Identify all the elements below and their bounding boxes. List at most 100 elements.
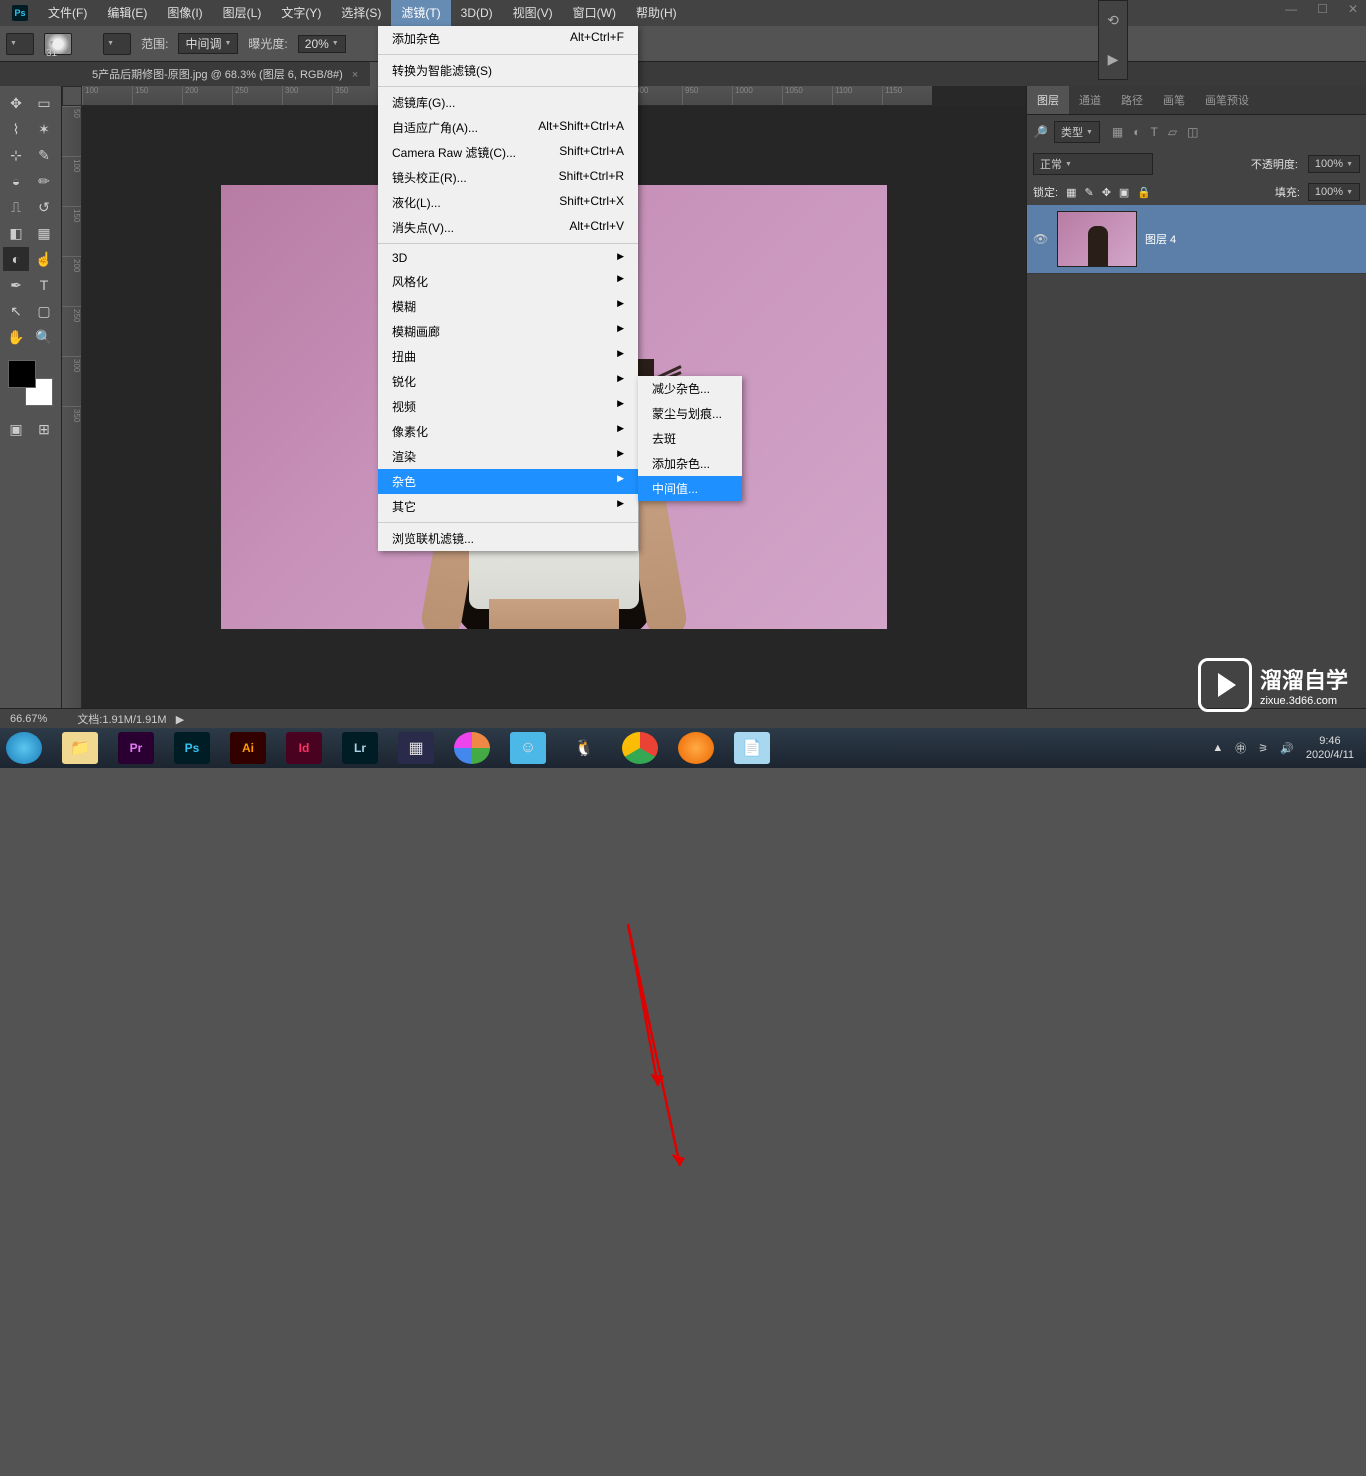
task-app1-icon[interactable]: ▦ [398, 732, 434, 764]
noise-menu-item[interactable]: 蒙尘与划痕... [638, 401, 742, 426]
filter-menu-item[interactable]: 像素化▶ [378, 419, 638, 444]
close-icon[interactable]: ✕ [1348, 2, 1358, 16]
filter-adjust-icon[interactable]: ◐ [1133, 125, 1140, 139]
path-tool-icon[interactable]: ↖ [3, 299, 29, 323]
fill-input[interactable]: 100% [1308, 183, 1360, 201]
menu-编辑[interactable]: 编辑(E) [97, 0, 157, 26]
doc-info[interactable]: 文档:1.91M/1.91M ▶ [77, 711, 184, 727]
filter-menu-item[interactable]: 添加杂色Alt+Ctrl+F [378, 26, 638, 51]
marquee-tool-icon[interactable]: ▭ [31, 91, 57, 115]
task-lightroom-icon[interactable]: Lr [342, 732, 378, 764]
screenmode-icon[interactable]: ⊞ [31, 417, 57, 441]
history-panel-icon[interactable]: ⟲ [1107, 12, 1119, 29]
menu-帮助[interactable]: 帮助(H) [626, 0, 687, 26]
layer-name-label[interactable]: 图层 4 [1145, 231, 1176, 247]
filter-menu-item[interactable]: 锐化▶ [378, 369, 638, 394]
panel-tab-图层[interactable]: 图层 [1027, 86, 1069, 114]
noise-menu-item[interactable]: 减少杂色... [638, 376, 742, 401]
filter-type-icon[interactable]: T [1150, 125, 1157, 139]
filter-menu-item[interactable]: 自适应广角(A)...Alt+Shift+Ctrl+A [378, 115, 638, 140]
filter-menu-item[interactable]: 转换为智能滤镜(S) [378, 58, 638, 83]
filter-menu-item[interactable]: 消失点(V)...Alt+Ctrl+V [378, 215, 638, 240]
quickmask-icon[interactable]: ▣ [3, 417, 29, 441]
exposure-input[interactable]: 20% [298, 35, 346, 53]
tray-ime-icon[interactable]: ㊥ [1235, 740, 1246, 756]
eraser-tool-icon[interactable]: ◧ [3, 221, 29, 245]
menu-文字[interactable]: 文字(Y) [271, 0, 331, 26]
pen-tool-icon[interactable]: ✒ [3, 273, 29, 297]
lock-all-icon[interactable]: 🔒 [1137, 186, 1151, 199]
filter-smart-icon[interactable]: ◫ [1187, 125, 1198, 139]
range-select[interactable]: 中间调 [178, 33, 238, 54]
panel-tab-通道[interactable]: 通道 [1069, 86, 1111, 114]
filter-menu-item[interactable]: 镜头校正(R)...Shift+Ctrl+R [378, 165, 638, 190]
menu-图像[interactable]: 图像(I) [157, 0, 212, 26]
tray-volume-icon[interactable]: 🔊 [1280, 742, 1294, 755]
properties-panel-icon[interactable]: ▶ [1108, 51, 1119, 68]
dodge-tool-icon[interactable]: ◐ [3, 247, 29, 271]
type-tool-icon[interactable]: T [31, 273, 57, 297]
foreground-color-icon[interactable] [8, 360, 36, 388]
filter-shape-icon[interactable]: ▱ [1168, 125, 1177, 139]
filter-menu-item[interactable]: 其它▶ [378, 494, 638, 519]
filter-menu-item[interactable]: 滤镜库(G)... [378, 90, 638, 115]
filter-menu-item[interactable]: 液化(L)...Shift+Ctrl+X [378, 190, 638, 215]
filter-menu-item[interactable]: 模糊画廊▶ [378, 319, 638, 344]
brush-tool-icon[interactable]: ✏ [31, 169, 57, 193]
layer-visibility-icon[interactable]: 👁 [1033, 232, 1049, 246]
tray-arrow-icon[interactable]: ▲ [1212, 742, 1223, 754]
filter-menu-item[interactable]: Camera Raw 滤镜(C)...Shift+Ctrl+A [378, 140, 638, 165]
zoom-tool-icon[interactable]: 🔍 [31, 325, 57, 349]
gradient-tool-icon[interactable]: ▦ [31, 221, 57, 245]
tray-clock[interactable]: 9:46 2020/4/11 [1306, 734, 1360, 762]
panel-tab-画笔[interactable]: 画笔 [1153, 86, 1195, 114]
menu-文件[interactable]: 文件(F) [38, 0, 97, 26]
blend-mode-select[interactable]: 正常 [1033, 153, 1153, 175]
tool-preset-icon[interactable] [6, 33, 34, 55]
shape-tool-icon[interactable]: ▢ [31, 299, 57, 323]
noise-menu-item[interactable]: 去斑 [638, 426, 742, 451]
layer-thumbnail[interactable] [1057, 211, 1137, 267]
crop-tool-icon[interactable]: ⊹ [3, 143, 29, 167]
layer-filter-select[interactable]: 类型 [1054, 121, 1100, 143]
panel-tab-画笔预设[interactable]: 画笔预设 [1195, 86, 1259, 114]
zoom-level[interactable]: 66.67% [10, 713, 47, 725]
layer-item[interactable]: 👁 图层 4 [1027, 205, 1366, 274]
filter-menu-item[interactable]: 视频▶ [378, 394, 638, 419]
task-photoshop-icon[interactable]: Ps [174, 732, 210, 764]
quick-select-tool-icon[interactable]: ✶ [31, 117, 57, 141]
minimize-icon[interactable]: — [1285, 2, 1297, 16]
lock-position-icon[interactable]: ✥ [1102, 186, 1111, 199]
task-illustrator-icon[interactable]: Ai [230, 732, 266, 764]
patch-tool-icon[interactable]: ◒ [3, 169, 29, 193]
task-blue-icon[interactable]: ☺ [510, 732, 546, 764]
filter-menu-item[interactable]: 渲染▶ [378, 444, 638, 469]
filter-menu-item[interactable]: 模糊▶ [378, 294, 638, 319]
noise-menu-item[interactable]: 中间值... [638, 476, 742, 501]
filter-menu-item[interactable]: 风格化▶ [378, 269, 638, 294]
color-swatches[interactable] [8, 360, 53, 406]
menu-选择[interactable]: 选择(S) [331, 0, 391, 26]
collapsed-panel-dock[interactable]: ⟲ ▶ [1098, 0, 1128, 80]
menu-窗口[interactable]: 窗口(W) [563, 0, 626, 26]
lock-artboard-icon[interactable]: ▣ [1119, 186, 1129, 199]
task-qq-icon[interactable]: 🐧 [566, 732, 602, 764]
noise-menu-item[interactable]: 添加杂色... [638, 451, 742, 476]
task-notes-icon[interactable]: 📄 [734, 732, 770, 764]
task-chrome-icon[interactable] [622, 732, 658, 764]
eyedropper-tool-icon[interactable]: ✎ [31, 143, 57, 167]
smudge-tool-icon[interactable]: ☝ [31, 247, 57, 271]
hand-tool-icon[interactable]: ✋ [3, 325, 29, 349]
panel-tab-路径[interactable]: 路径 [1111, 86, 1153, 114]
task-ball-icon[interactable] [454, 732, 490, 764]
maximize-icon[interactable]: ☐ [1317, 2, 1328, 16]
task-indesign-icon[interactable]: Id [286, 732, 322, 764]
menu-滤镜[interactable]: 滤镜(T) [391, 0, 450, 26]
task-explorer-icon[interactable]: 📁 [62, 732, 98, 764]
opacity-input[interactable]: 100% [1308, 155, 1360, 173]
filter-menu-item[interactable]: 杂色▶ [378, 469, 638, 494]
menu-3D[interactable]: 3D(D) [451, 0, 503, 26]
task-premiere-icon[interactable]: Pr [118, 732, 154, 764]
close-tab-icon[interactable]: × [352, 69, 358, 81]
history-brush-tool-icon[interactable]: ↺ [31, 195, 57, 219]
